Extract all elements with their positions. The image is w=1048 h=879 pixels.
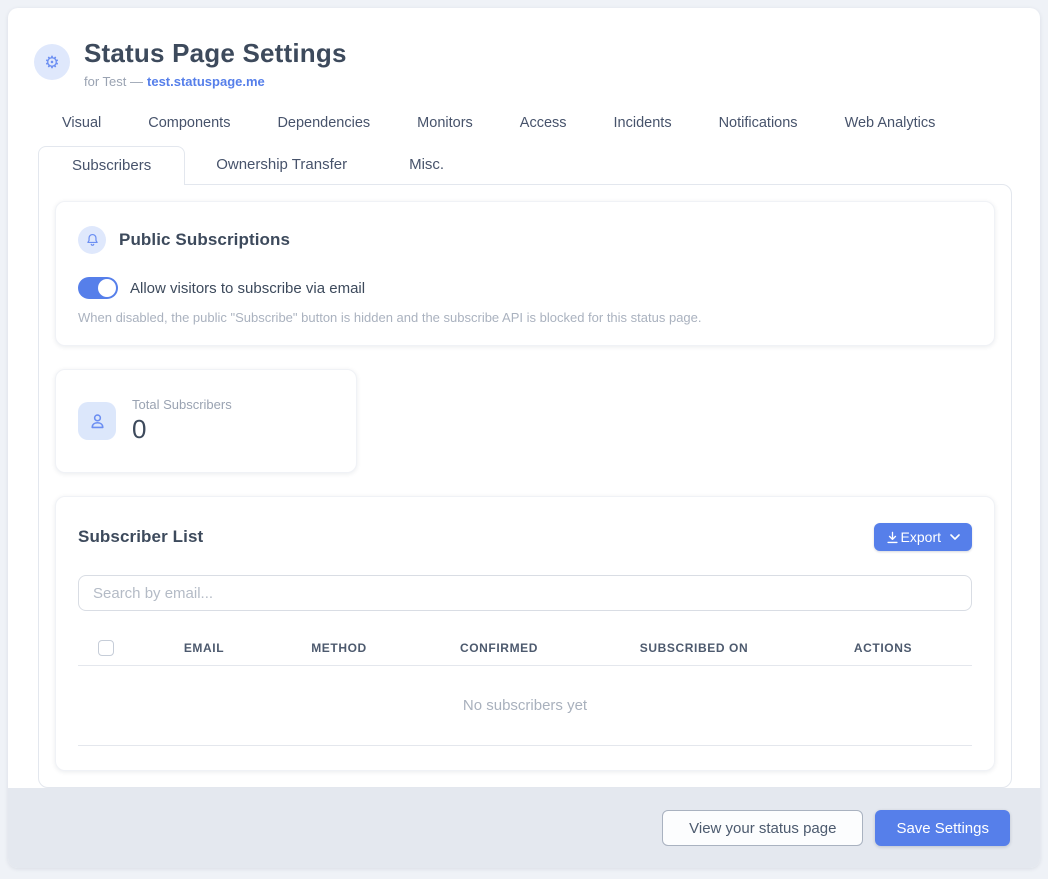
settings-tab[interactable]: Notifications bbox=[719, 115, 798, 131]
subscribe-toggle-label: Allow visitors to subscribe via email bbox=[130, 280, 365, 297]
total-subscribers-label: Total Subscribers bbox=[132, 397, 232, 412]
subscribe-toggle-row: Allow visitors to subscribe via email bbox=[78, 277, 972, 299]
select-all-checkbox[interactable] bbox=[98, 640, 114, 656]
select-all-cell bbox=[78, 640, 134, 656]
settings-tab[interactable]: Web Analytics bbox=[845, 115, 936, 131]
total-subscribers-card: Total Subscribers 0 bbox=[55, 369, 357, 473]
page-subtitle: for Test — test.statuspage.me bbox=[84, 74, 347, 89]
gear-icon: ⚙ bbox=[44, 54, 59, 71]
save-settings-button[interactable]: Save Settings bbox=[875, 810, 1010, 846]
settings-tab[interactable]: Visual bbox=[62, 115, 101, 131]
main-card: ⚙ Status Page Settings for Test — test.st… bbox=[8, 8, 1040, 868]
view-status-page-button[interactable]: View your status page bbox=[662, 810, 863, 846]
chevron-down-icon bbox=[950, 534, 960, 540]
settings-tab[interactable]: Access bbox=[520, 115, 567, 131]
settings-tab[interactable]: Incidents bbox=[614, 115, 672, 131]
settings-subtab[interactable]: Ownership Transfer bbox=[185, 145, 378, 184]
subscriber-list-title: Subscriber List bbox=[78, 527, 203, 547]
public-subscriptions-header: Public Subscriptions bbox=[78, 226, 972, 254]
tabs-zone: Visual Components Dependencies Monitors Acce… bbox=[38, 115, 1012, 184]
export-button[interactable]: Export bbox=[874, 523, 972, 551]
total-subscribers-value: 0 bbox=[132, 414, 232, 445]
subscribers-table-header: EMAILMETHODCONFIRMEDSUBSCRIBED ONACTIONS bbox=[78, 631, 972, 666]
footer-bar: View your status page Save Settings bbox=[8, 788, 1040, 868]
user-icon-badge bbox=[78, 402, 116, 440]
public-subscriptions-card: Public Subscriptions Allow visitors to s… bbox=[55, 201, 995, 346]
subscribers-table: EMAILMETHODCONFIRMEDSUBSCRIBED ONACTIONS… bbox=[78, 631, 972, 746]
page-background: { "header": { "title": "Status Page Sett… bbox=[0, 0, 1048, 879]
total-subscribers-info: Total Subscribers 0 bbox=[132, 397, 232, 445]
export-button-label: Export bbox=[901, 529, 941, 545]
download-icon bbox=[886, 531, 899, 544]
subscribers-tab-panel: Public Subscriptions Allow visitors to s… bbox=[38, 184, 1012, 788]
settings-subtab[interactable]: Misc. bbox=[378, 145, 475, 184]
subscribe-toggle[interactable] bbox=[78, 277, 118, 299]
settings-tab[interactable]: Dependencies bbox=[277, 115, 370, 131]
column-header: EMAIL bbox=[134, 641, 274, 655]
column-header: SUBSCRIBED ON bbox=[594, 641, 794, 655]
subscribe-helper-text: When disabled, the public "Subscribe" bu… bbox=[78, 310, 972, 325]
user-icon bbox=[88, 412, 107, 431]
empty-state-text: No subscribers yet bbox=[78, 666, 972, 746]
column-headers: EMAILMETHODCONFIRMEDSUBSCRIBED ONACTIONS bbox=[134, 641, 972, 655]
bell-icon-badge bbox=[78, 226, 106, 254]
subscriber-list-card: Subscriber List Export EM bbox=[55, 496, 995, 771]
settings-tab[interactable]: Components bbox=[148, 115, 230, 131]
settings-tab[interactable]: Monitors bbox=[417, 115, 473, 131]
subtitle-prefix: for Test — bbox=[84, 74, 143, 89]
bell-icon bbox=[85, 232, 100, 248]
settings-subtab[interactable]: Subscribers bbox=[38, 146, 185, 185]
page-header: ⚙ Status Page Settings for Test — test.st… bbox=[8, 8, 1040, 89]
search-input[interactable] bbox=[78, 575, 972, 611]
column-header: CONFIRMED bbox=[404, 641, 594, 655]
page-title: Status Page Settings bbox=[84, 38, 347, 69]
status-page-link[interactable]: test.statuspage.me bbox=[147, 74, 265, 89]
settings-tab-row-1: Visual Components Dependencies Monitors Acce… bbox=[38, 115, 1012, 145]
title-block: Status Page Settings for Test — test.stat… bbox=[84, 38, 347, 89]
settings-tab-row-2: SubscribersOwnership TransferMisc. bbox=[38, 145, 1012, 184]
subscriber-list-header: Subscriber List Export bbox=[78, 523, 972, 551]
column-header: ACTIONS bbox=[794, 641, 972, 655]
toggle-knob bbox=[98, 279, 116, 297]
column-header: METHOD bbox=[274, 641, 404, 655]
public-subscriptions-title: Public Subscriptions bbox=[119, 230, 290, 250]
settings-icon-badge: ⚙ bbox=[34, 44, 70, 80]
